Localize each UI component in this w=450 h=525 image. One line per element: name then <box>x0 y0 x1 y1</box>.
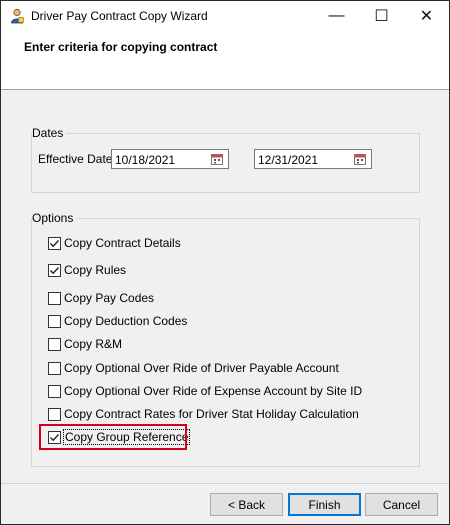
option-label: Copy Pay Codes <box>64 291 155 305</box>
option-label: Copy Optional Over Ride of Expense Accou… <box>64 384 363 398</box>
options-group-label: Options <box>32 211 77 225</box>
footer-divider <box>1 483 449 484</box>
title-bar: Driver Pay Contract Copy Wizard — ☐ ✕ <box>1 1 449 31</box>
effective-dates-label: Effective Dates <box>38 152 119 166</box>
back-button-label: < Back <box>227 497 266 512</box>
maximize-icon: ☐ <box>374 8 389 25</box>
option-label: Copy Rules <box>64 263 127 277</box>
finish-button[interactable]: Finish <box>288 493 361 516</box>
calendar-icon[interactable] <box>211 153 223 165</box>
checkmark-icon <box>50 266 60 274</box>
header-instruction: Enter criteria for copying contract <box>24 40 218 54</box>
cancel-button-label: Cancel <box>382 497 421 512</box>
cancel-button[interactable]: Cancel <box>365 493 438 516</box>
checkmark-icon <box>50 239 60 247</box>
option-label: Copy R&M <box>64 337 123 351</box>
maximize-button[interactable]: ☐ <box>359 1 404 31</box>
option-override-expense-account[interactable]: Copy Optional Over Ride of Expense Accou… <box>48 383 362 399</box>
start-date-value: 10/18/2021 <box>115 153 176 167</box>
minimize-button[interactable]: — <box>314 1 359 31</box>
start-date-field[interactable]: 10/18/2021 <box>111 149 229 169</box>
checkbox[interactable] <box>48 361 61 375</box>
checkbox[interactable] <box>48 263 61 277</box>
option-copy-contract-details[interactable]: Copy Contract Details <box>48 235 181 251</box>
calendar-icon[interactable] <box>354 153 366 165</box>
wizard-window: Driver Pay Contract Copy Wizard — ☐ ✕ En… <box>0 0 450 525</box>
finish-button-label: Finish <box>308 497 341 512</box>
close-button[interactable]: ✕ <box>404 1 449 31</box>
end-date-value: 12/31/2021 <box>258 153 319 167</box>
option-copy-pay-codes[interactable]: Copy Pay Codes <box>48 290 154 306</box>
option-copy-deduction-codes[interactable]: Copy Deduction Codes <box>48 313 187 329</box>
close-icon: ✕ <box>419 8 434 25</box>
checkbox[interactable] <box>48 337 61 351</box>
end-date-field[interactable]: 12/31/2021 <box>254 149 372 169</box>
checkbox[interactable] <box>48 407 61 421</box>
option-label: Copy Optional Over Ride of Driver Payabl… <box>64 361 339 375</box>
checkbox[interactable] <box>48 291 61 305</box>
checkbox[interactable] <box>48 384 61 398</box>
option-label: Copy Deduction Codes <box>64 314 188 328</box>
option-label: Copy Contract Details <box>64 236 181 250</box>
highlight-annotation <box>39 424 187 450</box>
option-contract-rates-stat-holiday[interactable]: Copy Contract Rates for Driver Stat Holi… <box>48 406 359 422</box>
option-copy-r-and-m[interactable]: Copy R&M <box>48 336 122 352</box>
checkbox[interactable] <box>48 236 61 250</box>
wizard-header: Enter criteria for copying contract <box>1 31 449 90</box>
back-button[interactable]: < Back <box>210 493 283 516</box>
window-title: Driver Pay Contract Copy Wizard <box>31 9 208 23</box>
option-override-driver-payable[interactable]: Copy Optional Over Ride of Driver Payabl… <box>48 360 339 376</box>
checkbox[interactable] <box>48 314 61 328</box>
dates-group-label: Dates <box>32 126 67 140</box>
minimize-icon: — <box>328 7 345 24</box>
option-label: Copy Contract Rates for Driver Stat Holi… <box>64 407 359 421</box>
app-icon <box>11 8 24 24</box>
option-copy-rules[interactable]: Copy Rules <box>48 262 126 278</box>
